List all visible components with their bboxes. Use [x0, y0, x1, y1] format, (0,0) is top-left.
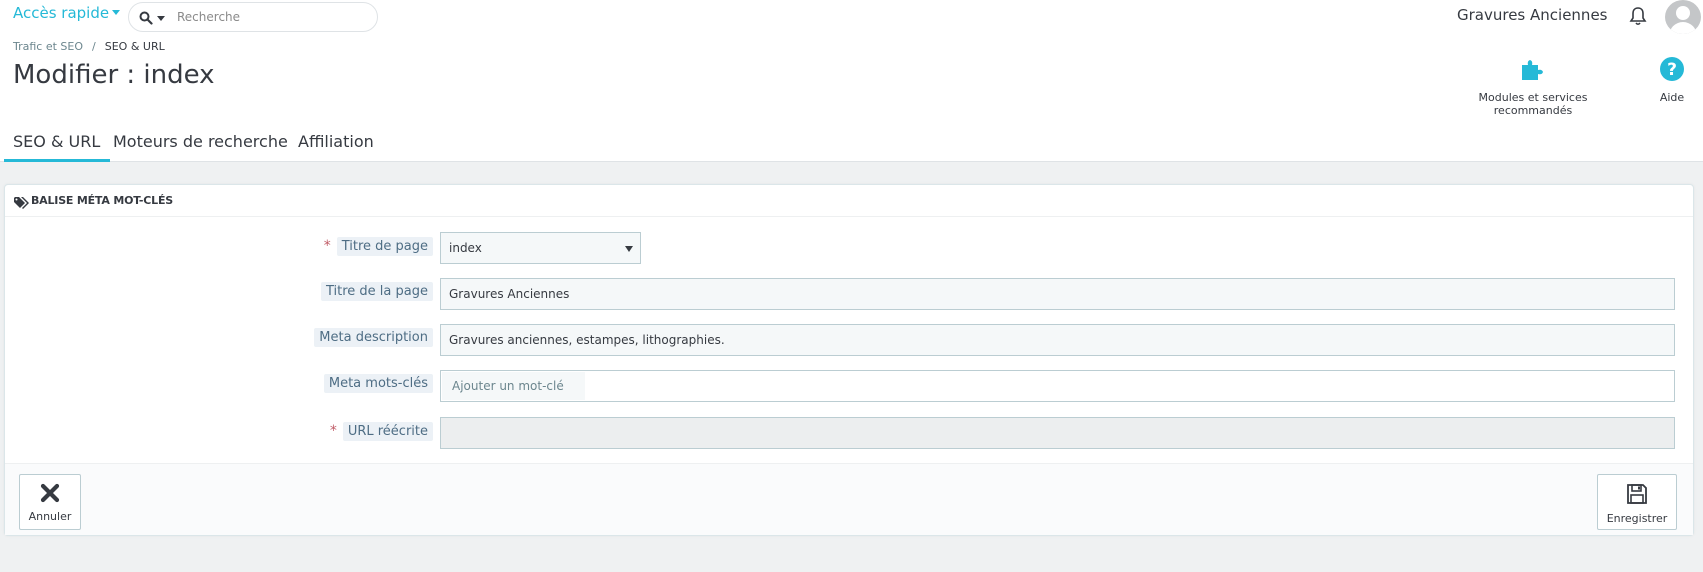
help-icon: ?	[1652, 56, 1692, 85]
svg-text:?: ?	[1667, 60, 1677, 80]
puzzle-icon	[1450, 56, 1616, 85]
meta-keywords-field[interactable]: Ajouter un mot-clé	[440, 370, 1675, 402]
search-input[interactable]	[177, 8, 367, 26]
form-row-meta-keywords: Meta mots-clés Ajouter un mot-clé	[5, 370, 1693, 402]
breadcrumb-current: SEO & URL	[104, 40, 165, 53]
rewritten-url-input	[440, 417, 1675, 449]
close-icon	[20, 483, 80, 506]
help-label: Aide	[1659, 91, 1685, 104]
panel-footer: Annuler Enregistrer	[5, 463, 1693, 535]
chevron-down-icon	[112, 10, 121, 15]
meta-description-label: Meta description	[314, 328, 433, 347]
form-row-page-title: Titre de la page Gravures Anciennes	[5, 278, 1693, 310]
form-row-page: * Titre de page index	[5, 232, 1693, 264]
page-select[interactable]: index	[440, 232, 641, 264]
quick-access-menu[interactable]: Accès rapide	[13, 4, 121, 22]
bell-icon[interactable]	[1629, 6, 1647, 26]
tab-search-engines[interactable]: Moteurs de recherche	[113, 132, 288, 161]
meta-keywords-label: Meta mots-clés	[323, 374, 433, 393]
panel-title: BALISE MÉTA MOT-CLÉS	[31, 194, 173, 207]
breadcrumb-separator: /	[92, 40, 96, 53]
breadcrumb-link-traffic[interactable]: Trafic et SEO	[13, 40, 83, 53]
cancel-label: Annuler	[28, 510, 72, 523]
required-mark: *	[329, 423, 337, 439]
page-select-value: index	[449, 241, 482, 255]
help-button[interactable]: ? Aide	[1652, 56, 1692, 104]
meta-tags-panel: BALISE MÉTA MOT-CLÉS * Titre de page inde…	[4, 184, 1694, 536]
top-bar: Accès rapide Gravures Anciennes	[0, 0, 1703, 34]
cancel-button[interactable]: Annuler	[19, 474, 81, 530]
save-button[interactable]: Enregistrer	[1597, 474, 1677, 530]
page-label: * Titre de page	[323, 237, 433, 256]
tags-icon	[14, 194, 30, 209]
avatar[interactable]	[1665, 0, 1701, 34]
quick-access-label: Accès rapide	[13, 4, 110, 22]
chevron-down-icon	[157, 16, 165, 21]
recommended-modules-button[interactable]: Modules et services recommandés	[1450, 56, 1616, 117]
shop-name-link[interactable]: Gravures Anciennes	[1457, 6, 1607, 24]
save-label: Enregistrer	[1606, 512, 1668, 525]
tab-affiliation[interactable]: Affiliation	[298, 132, 374, 161]
breadcrumb: Trafic et SEO / SEO & URL	[13, 40, 165, 53]
dropdown-arrow-icon	[625, 246, 633, 252]
page-title-input[interactable]: Gravures Anciennes	[440, 278, 1675, 310]
panel-header: BALISE MÉTA MOT-CLÉS	[5, 185, 1693, 217]
save-icon	[1598, 483, 1676, 508]
meta-description-input[interactable]: Gravures anciennes, estampes, lithograph…	[440, 324, 1675, 356]
user-icon	[1676, 6, 1690, 20]
page-title: Modifier : index	[13, 60, 215, 90]
add-keyword-input[interactable]: Ajouter un mot-clé	[442, 372, 585, 400]
tab-bar: SEO & URL Moteurs de recherche Affiliati…	[0, 118, 1703, 162]
form-row-meta-description: Meta description Gravures anciennes, est…	[5, 324, 1693, 356]
search-icon[interactable]	[139, 9, 165, 27]
required-mark: *	[323, 238, 331, 254]
rewritten-url-label: * URL réécrite	[329, 422, 433, 441]
recommended-modules-label: Modules et services recommandés	[1478, 91, 1588, 117]
page-title-label: Titre de la page	[320, 282, 433, 301]
tab-seo-url[interactable]: SEO & URL	[4, 132, 111, 162]
form-row-rewritten-url: * URL réécrite	[5, 417, 1693, 449]
search-bar[interactable]	[128, 2, 378, 32]
